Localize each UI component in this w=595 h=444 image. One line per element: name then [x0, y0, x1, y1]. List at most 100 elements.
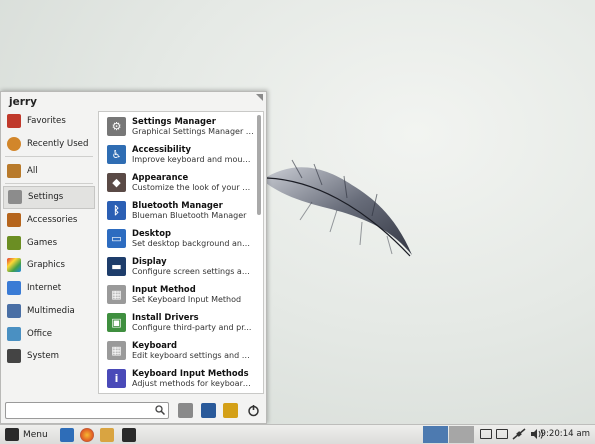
desktop-icon: ▭ — [107, 228, 126, 248]
internet-icon — [7, 281, 21, 296]
app-accessibility[interactable]: ♿ Accessibility Improve keyboard and mous… — [99, 140, 263, 168]
app-list-scrollbar[interactable] — [257, 115, 261, 215]
app-description: Blueman Bluetooth Manager — [132, 210, 247, 220]
application-menu: jerry Favorites Recently Used All Settin… — [0, 91, 267, 424]
category-internet[interactable]: Internet — [3, 277, 95, 300]
accessories-icon — [7, 213, 21, 228]
category-label: All — [27, 165, 38, 176]
workspace-2[interactable] — [449, 426, 474, 443]
input-methods-icon: i — [107, 368, 126, 388]
category-label: System — [27, 351, 60, 362]
app-description: Edit keyboard settings and a... — [132, 350, 254, 360]
network-tray-icon[interactable] — [512, 428, 526, 440]
category-multimedia[interactable]: Multimedia — [3, 300, 95, 323]
category-label: Recently Used — [27, 139, 89, 150]
category-accessories[interactable]: Accessories — [3, 209, 95, 232]
terminal-launcher-icon[interactable] — [121, 427, 136, 442]
home-folder-launcher-icon[interactable] — [99, 427, 114, 442]
display-icon: ▬ — [107, 256, 126, 276]
workspace-1[interactable] — [423, 426, 448, 443]
app-list: ⚙ Settings Manager Graphical Settings Man… — [98, 111, 264, 394]
username-label: jerry — [9, 96, 37, 108]
clock[interactable]: 9:20:14 am — [541, 429, 591, 439]
category-office[interactable]: Office — [3, 322, 95, 345]
driver-icon: ▣ — [107, 312, 126, 332]
app-description: Customize the look of your d... — [132, 182, 254, 192]
app-name: Bluetooth Manager — [132, 199, 223, 210]
category-label: Multimedia — [27, 305, 75, 316]
app-keyboard-input-methods[interactable]: i Keyboard Input Methods Adjust methods f… — [99, 364, 263, 392]
app-settings-manager[interactable]: ⚙ Settings Manager Graphical Settings Man… — [99, 112, 263, 140]
search-input[interactable] — [6, 403, 146, 418]
app-name: Appearance — [132, 171, 189, 182]
menu-button[interactable]: Menu — [1, 426, 52, 444]
app-description: Configure screen settings an... — [132, 266, 254, 276]
category-settings[interactable]: Settings — [3, 186, 95, 209]
category-favorites[interactable]: Favorites — [3, 110, 95, 133]
app-description: Set desktop background and ... — [132, 238, 254, 248]
menu-logo-icon — [5, 428, 19, 441]
bluetooth-icon: ᛒ — [107, 200, 126, 220]
settings-manager-shortcut-icon[interactable] — [178, 403, 193, 418]
keyboard-tray-icon[interactable] — [480, 429, 492, 439]
lock-screen-icon[interactable] — [201, 403, 216, 418]
category-label: Games — [27, 237, 58, 248]
favorites-icon — [7, 114, 21, 129]
graphics-icon — [7, 258, 21, 273]
settings-manager-icon: ⚙ — [107, 116, 126, 136]
app-appearance[interactable]: ◆ Appearance Customize the look of your d… — [99, 168, 263, 196]
category-recently-used[interactable]: Recently Used — [3, 133, 95, 156]
app-desktop[interactable]: ▭ Desktop Set desktop background and ... — [99, 224, 263, 252]
category-games[interactable]: Games — [3, 231, 95, 254]
multimedia-icon — [7, 303, 21, 318]
app-install-drivers[interactable]: ▣ Install Drivers Configure third-party a… — [99, 308, 263, 336]
app-description: Graphical Settings Manager f... — [132, 126, 254, 136]
file-manager-launcher-icon[interactable] — [59, 427, 74, 442]
category-label: Accessories — [27, 215, 78, 226]
system-icon — [7, 349, 21, 364]
app-name: Desktop — [132, 227, 171, 238]
app-description: Configure third-party and pr... — [132, 322, 252, 332]
app-name: Settings Manager — [132, 115, 216, 126]
category-label: Internet — [27, 283, 62, 294]
switch-user-icon[interactable] — [223, 403, 238, 418]
firefox-launcher-icon[interactable] — [79, 427, 94, 442]
taskbar: Menu 9:20:14 am — [0, 424, 595, 444]
appearance-icon: ◆ — [107, 172, 126, 192]
all-apps-icon — [7, 163, 21, 178]
wallpaper-feather — [262, 159, 412, 257]
category-all[interactable]: All — [3, 159, 95, 182]
office-icon — [7, 326, 21, 341]
resize-handle[interactable] — [256, 94, 263, 101]
category-separator — [5, 156, 93, 158]
app-name: Keyboard Input Methods — [132, 367, 249, 378]
search-field[interactable] — [5, 402, 169, 419]
category-list: Favorites Recently Used All Settings Acc… — [3, 110, 95, 368]
battery-tray-icon[interactable] — [496, 429, 508, 439]
app-description: Adjust methods for keyboard... — [132, 378, 254, 388]
category-label: Graphics — [27, 260, 65, 271]
app-name: Install Drivers — [132, 311, 199, 322]
power-icon[interactable] — [246, 403, 261, 418]
accessibility-icon: ♿ — [107, 144, 126, 164]
keyboard-icon: ▦ — [107, 284, 126, 304]
app-name: Accessibility — [132, 143, 192, 154]
settings-icon — [8, 190, 22, 205]
app-display[interactable]: ▬ Display Configure screen settings an... — [99, 252, 263, 280]
app-name: Keyboard — [132, 339, 178, 350]
category-label: Office — [27, 328, 53, 339]
menu-button-label: Menu — [23, 429, 48, 440]
category-label: Favorites — [27, 116, 66, 127]
category-separator — [5, 183, 93, 185]
app-keyboard[interactable]: ▦ Keyboard Edit keyboard settings and a..… — [99, 336, 263, 364]
category-system[interactable]: System — [3, 345, 95, 368]
category-graphics[interactable]: Graphics — [3, 254, 95, 277]
app-description: Set Keyboard Input Method — [132, 294, 242, 304]
clock-icon — [7, 137, 21, 152]
search-icon — [155, 405, 165, 415]
app-input-method[interactable]: ▦ Input Method Set Keyboard Input Method — [99, 280, 263, 308]
app-bluetooth-manager[interactable]: ᛒ Bluetooth Manager Blueman Bluetooth Man… — [99, 196, 263, 224]
app-name: Display — [132, 255, 167, 266]
app-name: Input Method — [132, 283, 196, 294]
category-label: Settings — [28, 192, 64, 203]
